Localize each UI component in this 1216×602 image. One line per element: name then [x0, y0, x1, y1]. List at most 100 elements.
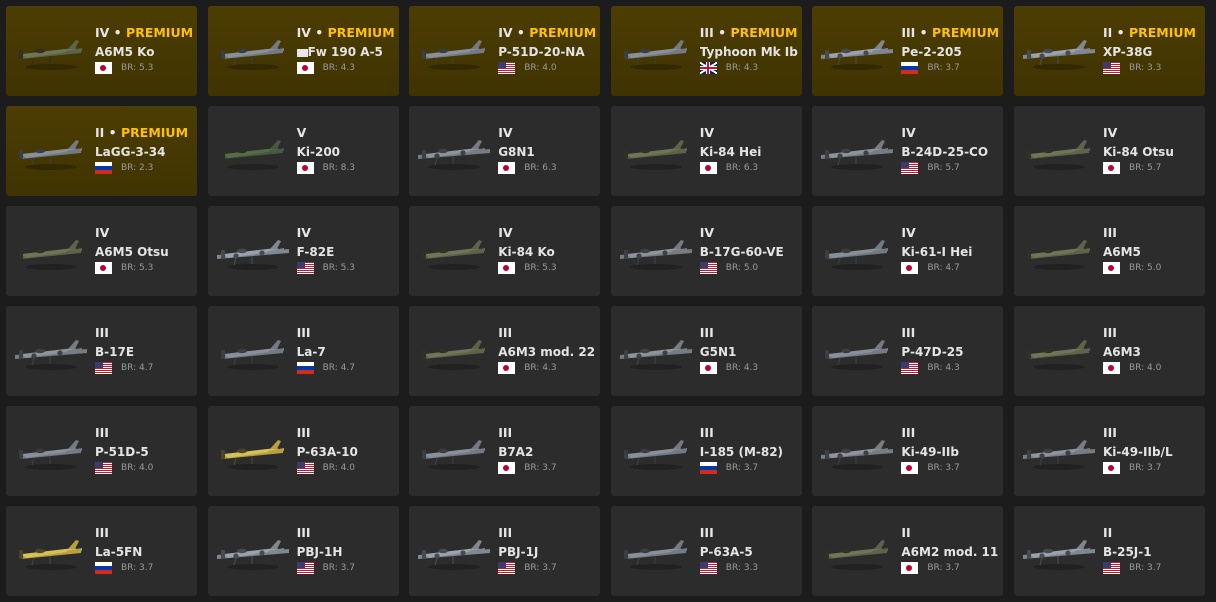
vehicle-meta: BR: 3.7	[901, 462, 999, 474]
vehicle-info: II • PREMIUM XP-38G BR: 3.3	[1102, 26, 1201, 74]
vehicle-card[interactable]: IV • PREMIUM Fw 190 A-5 BR: 4.3	[207, 6, 399, 96]
vehicle-info: III B7A2 BR: 3.7	[498, 426, 596, 474]
vehicle-info: II • PREMIUM LaGG-3-34 BR: 2.3	[95, 126, 193, 174]
vehicle-card[interactable]: III Ki-49-IIb/L BR: 3.7	[1013, 406, 1205, 496]
vehicle-card[interactable]: IV Ki-84 Ko BR: 5.3	[409, 206, 601, 296]
vehicle-card[interactable]: III P-63A-5 BR: 3.3	[610, 506, 802, 596]
vehicle-card[interactable]: IV B-24D-25-CO BR: 5.7	[812, 106, 1004, 196]
vehicle-card[interactable]: III Ki-49-IIb BR: 3.7	[812, 406, 1004, 496]
vehicle-card[interactable]: III La-5FN BR: 3.7	[6, 506, 197, 596]
vehicle-card[interactable]: IV • PREMIUM P-51D-20-NA BR: 4.0	[409, 6, 601, 96]
aircraft-thumbnail	[619, 230, 693, 274]
aircraft-thumbnail	[1022, 30, 1096, 74]
rank-separator: •	[1112, 25, 1129, 40]
vehicle-card[interactable]: IV • PREMIUM A6M5 Ko BR: 5.3	[6, 6, 197, 96]
battle-rating: BR: 3.7	[524, 463, 557, 473]
vehicle-card[interactable]: III B7A2 BR: 3.7	[409, 406, 601, 496]
vehicle-card[interactable]: IV A6M5 Otsu BR: 5.3	[6, 206, 197, 296]
aircraft-thumbnail	[14, 30, 88, 74]
battle-rating: BR: 5.3	[524, 263, 557, 273]
battle-rating: BR: 4.3	[524, 363, 557, 373]
vehicle-name: La-5FN	[95, 545, 193, 559]
aircraft-thumbnail	[820, 430, 894, 474]
battle-rating: BR: 5.3	[121, 63, 154, 73]
rank-line: II • PREMIUM	[95, 126, 193, 140]
aircraft-thumbnail	[216, 230, 290, 274]
vehicle-name: Ki-84 Hei	[700, 145, 798, 159]
country-flag-icon	[296, 262, 314, 274]
vehicle-card[interactable]: IV B-17G-60-VE BR: 5.0	[610, 206, 802, 296]
vehicle-card[interactable]: IV G8N1 BR: 6.3	[409, 106, 601, 196]
vehicle-meta: BR: 5.3	[296, 262, 395, 274]
vehicle-card[interactable]: IV Ki-84 Otsu BR: 5.7	[1013, 106, 1205, 196]
vehicle-card[interactable]: II B-25J-1 BR: 3.7	[1013, 506, 1205, 596]
vehicle-card[interactable]: III P-51D-5 BR: 4.0	[6, 406, 197, 496]
vehicle-card[interactable]: III A6M3 mod. 22 BR: 4.3	[409, 306, 601, 396]
vehicle-card[interactable]: III PBJ-1H BR: 3.7	[207, 506, 399, 596]
vehicle-card[interactable]: III B-17E BR: 4.7	[6, 306, 197, 396]
vehicle-card[interactable]: IV Ki-84 Hei BR: 6.3	[610, 106, 802, 196]
rank-line: IV • PREMIUM	[297, 26, 395, 40]
rank-line: II • PREMIUM	[1103, 26, 1201, 40]
vehicle-card[interactable]: III I-185 (M-82) BR: 3.7	[610, 406, 802, 496]
vehicle-name: A6M5 Otsu	[95, 245, 193, 259]
vehicle-card[interactable]: III G5N1 BR: 4.3	[610, 306, 802, 396]
vehicle-card[interactable]: II • PREMIUM XP-38G BR: 3.3	[1013, 6, 1205, 96]
battle-rating: BR: 4.3	[927, 363, 960, 373]
vehicle-name-text: A6M3 mod. 22	[498, 345, 596, 359]
vehicle-info: III P-63A-5 BR: 3.3	[699, 525, 798, 574]
country-flag-icon	[296, 362, 314, 374]
vehicle-info: IV • PREMIUM P-51D-20-NA BR: 4.0	[498, 26, 596, 74]
rank-label: II	[901, 525, 911, 540]
rank-label: III	[699, 525, 714, 540]
vehicle-card[interactable]: IV F-82E BR: 5.3	[207, 206, 399, 296]
vehicle-meta: BR: 4.0	[1102, 362, 1201, 374]
vehicle-card[interactable]: III A6M5 BR: 5.0	[1013, 206, 1205, 296]
country-flag-icon	[498, 362, 516, 374]
aircraft-thumbnail	[1022, 230, 1096, 274]
country-flag-icon	[498, 162, 516, 174]
vehicle-card[interactable]: III La-7 BR: 4.7	[207, 306, 399, 396]
aircraft-thumbnail	[820, 530, 894, 574]
aircraft-thumbnail	[417, 130, 491, 174]
country-flag-icon	[901, 462, 919, 474]
battle-rating: BR: 3.3	[1128, 63, 1162, 73]
vehicle-info: III P-47D-25 BR: 4.3	[901, 326, 999, 374]
vehicle-name-text: P-63A-5	[699, 545, 753, 559]
vehicle-card[interactable]: II A6M2 mod. 11 BR: 3.7	[812, 506, 1004, 596]
rank-label: III	[699, 25, 714, 40]
vehicle-card[interactable]: III PBJ-1J BR: 3.7	[409, 506, 601, 596]
vehicle-card[interactable]: III P-47D-25 BR: 4.3	[812, 306, 1004, 396]
aircraft-thumbnail	[619, 530, 693, 574]
vehicle-name-text: Fw 190 A-5	[307, 45, 383, 59]
rank-label: III	[1102, 325, 1117, 340]
vehicle-card[interactable]: III • PREMIUM Typhoon Mk Ib BR: 4.3	[610, 6, 802, 96]
vehicle-info: IV G8N1 BR: 6.3	[498, 126, 596, 174]
aircraft-thumbnail	[216, 530, 290, 574]
rank-line: III	[700, 326, 798, 340]
vehicle-card[interactable]: III • PREMIUM Pe-2-205 BR: 3.7	[812, 6, 1004, 96]
aircraft-thumbnail	[14, 330, 88, 374]
vehicle-card[interactable]: IV Ki-61-I Hei BR: 4.7	[812, 206, 1004, 296]
vehicle-meta: BR: 4.7	[296, 362, 395, 374]
vehicle-meta: BR: 5.3	[498, 262, 596, 274]
rank-label: IV	[296, 225, 311, 240]
vehicle-name-text: Ki-61-I Hei	[901, 245, 973, 259]
rank-label: IV	[95, 225, 110, 240]
vehicle-name-text: P-51D-5	[95, 445, 149, 459]
vehicle-card[interactable]: II • PREMIUM LaGG-3-34 BR: 2.3	[6, 106, 197, 196]
aircraft-thumbnail	[1022, 430, 1096, 474]
vehicle-name-text: A6M5	[1102, 245, 1141, 259]
vehicle-card[interactable]: III P-63A-10 BR: 4.0	[207, 406, 399, 496]
country-flag-icon	[699, 562, 717, 574]
rank-line: IV	[297, 226, 395, 240]
vehicle-meta: BR: 3.3	[1102, 62, 1201, 74]
country-flag-icon	[296, 62, 314, 74]
vehicle-info: II B-25J-1 BR: 3.7	[1102, 526, 1201, 574]
vehicle-card[interactable]: III A6M3 BR: 4.0	[1013, 306, 1205, 396]
rank-label: III	[699, 425, 714, 440]
vehicle-card[interactable]: V Ki-200 BR: 8.3	[207, 106, 399, 196]
vehicle-name: P-51D-20-NA	[498, 45, 596, 59]
vehicle-name-text: G8N1	[498, 145, 535, 159]
country-flag-icon	[95, 262, 112, 274]
